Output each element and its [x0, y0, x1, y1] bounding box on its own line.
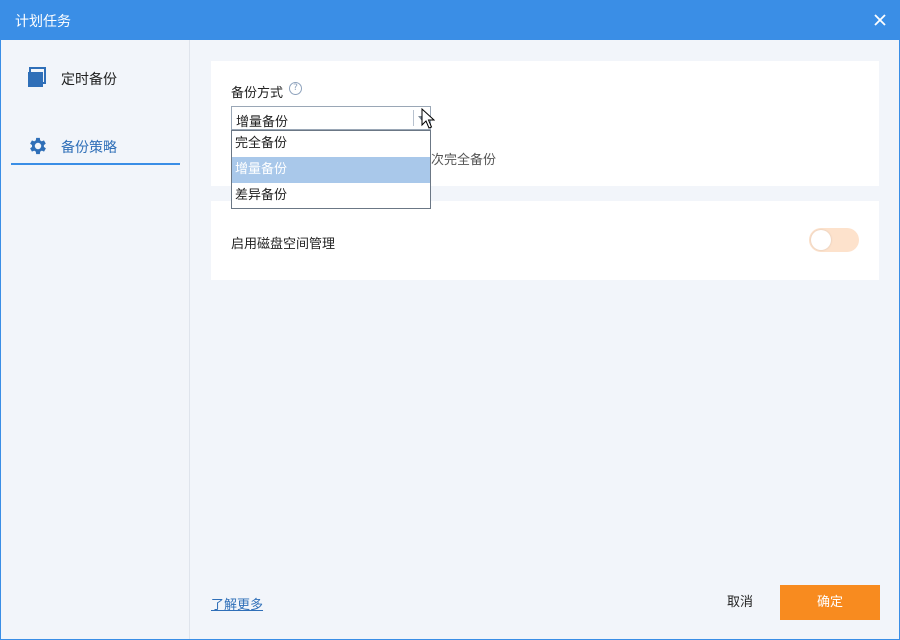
- option-incremental-backup[interactable]: 增量备份: [232, 157, 430, 183]
- ok-button[interactable]: 确定: [780, 585, 880, 620]
- sidebar-item-backup-strategy[interactable]: 备份策略: [11, 125, 180, 165]
- learn-more-link[interactable]: 了解更多: [211, 594, 263, 613]
- backup-method-dropdown: 完全备份 增量备份 差异备份: [231, 130, 431, 209]
- sidebar: 定时备份 备份策略: [1, 40, 190, 639]
- sidebar-item-label: 定时备份: [61, 72, 117, 88]
- window-title: 计划任务: [15, 14, 71, 30]
- option-differential-backup[interactable]: 差异备份: [232, 183, 430, 209]
- option-full-backup[interactable]: 完全备份: [232, 131, 430, 157]
- full-backup-count-text: 次完全备份: [431, 153, 497, 168]
- backup-method-label: 备份方式: [231, 86, 284, 101]
- gear-icon: [30, 137, 46, 155]
- mouse-cursor-icon: [421, 108, 435, 129]
- copy-icon: [28, 67, 46, 87]
- help-icon[interactable]: ?: [289, 82, 302, 95]
- schedule-task-window: 计划任务 定时备份 备份策略 备份方式 ? 增量备份 次完全备份 启用磁盘空间管…: [0, 0, 900, 640]
- sidebar-item-schedule-backup[interactable]: 定时备份: [11, 57, 180, 97]
- sidebar-item-label: 备份策略: [61, 140, 117, 156]
- disk-space-card: 启用磁盘空间管理: [211, 201, 879, 280]
- close-icon: [874, 14, 886, 26]
- disk-space-label: 启用磁盘空间管理: [231, 237, 336, 252]
- toggle-knob: [811, 230, 831, 250]
- title-bar: 计划任务: [1, 1, 899, 40]
- cancel-button[interactable]: 取消: [701, 585, 779, 620]
- close-button[interactable]: [867, 7, 893, 33]
- select-value: 增量备份: [236, 115, 289, 130]
- disk-space-toggle[interactable]: [809, 228, 859, 252]
- backup-method-select[interactable]: 增量备份: [231, 106, 431, 130]
- select-separator: [413, 110, 414, 126]
